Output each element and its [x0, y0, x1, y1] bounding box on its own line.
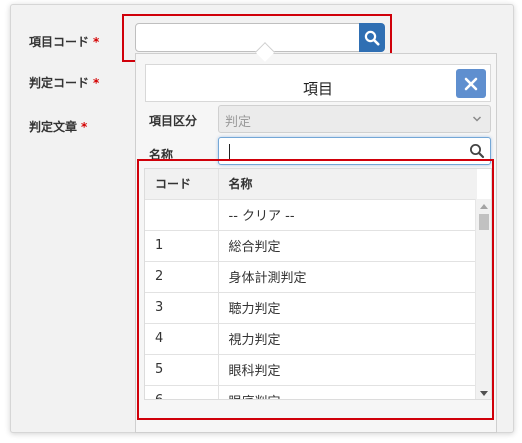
category-select[interactable]: 判定	[218, 105, 491, 133]
search-icon[interactable]	[469, 143, 485, 159]
chevron-down-icon	[472, 116, 482, 122]
judge-text-label-text: 判定文章	[29, 120, 78, 134]
highlight-results-table	[137, 159, 494, 420]
judge-text-label: 判定文章 *	[29, 118, 87, 135]
item-code-label: 項目コード *	[29, 33, 99, 50]
required-mark: *	[93, 35, 100, 49]
category-label: 項目区分	[149, 114, 198, 128]
popup-title: 項目	[302, 80, 333, 98]
judge-code-label: 判定コード *	[29, 74, 99, 91]
close-button[interactable]	[456, 69, 486, 98]
close-icon	[464, 77, 478, 90]
required-mark: *	[81, 120, 88, 134]
text-cursor	[229, 144, 230, 159]
popup-header: 項目	[145, 64, 491, 102]
required-mark: *	[93, 76, 100, 90]
judge-code-label-text: 判定コード	[29, 76, 90, 90]
category-selected-value: 判定	[225, 115, 252, 130]
item-code-label-text: 項目コード	[29, 35, 90, 49]
